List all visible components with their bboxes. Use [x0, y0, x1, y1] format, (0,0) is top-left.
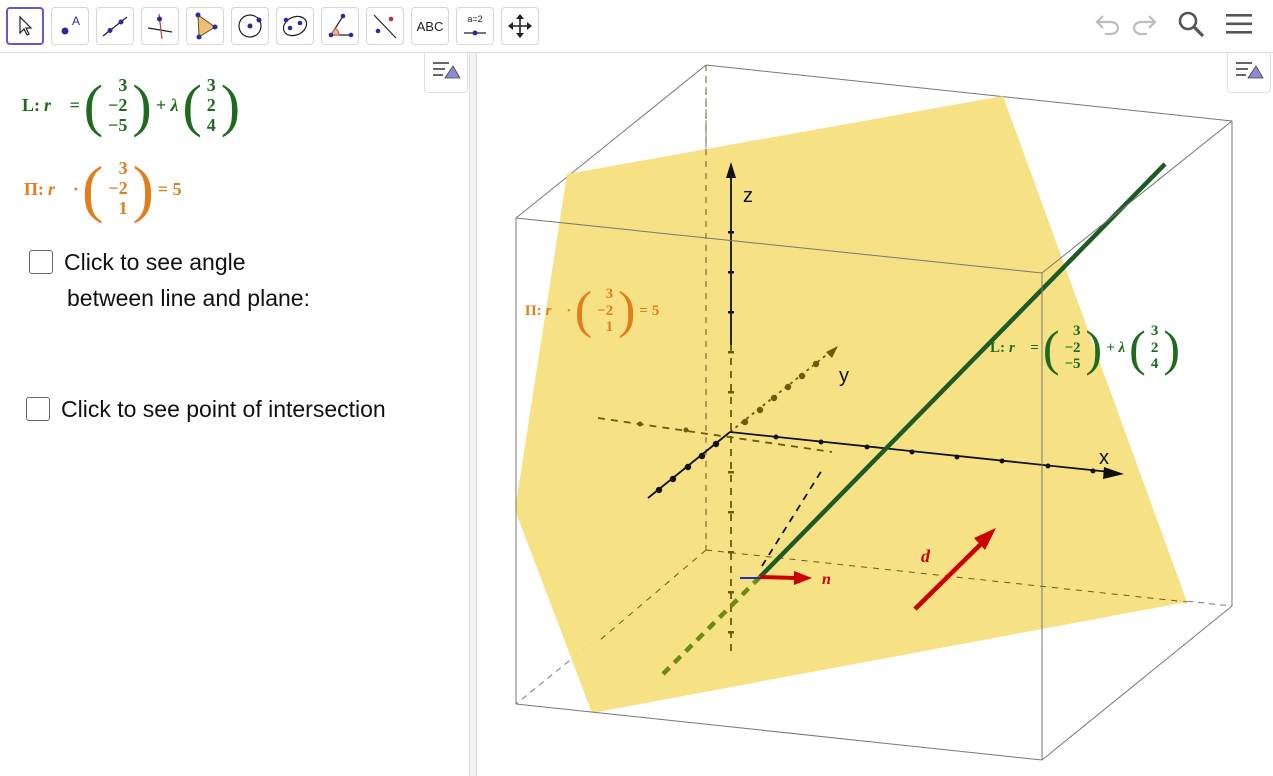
line-label-point-x: 3: [1073, 323, 1081, 340]
axis-x-label: x: [1099, 447, 1109, 469]
text-tool-label: ABC: [416, 18, 444, 34]
intersection-checkbox-label: Click to see point of intersection: [61, 396, 386, 422]
axis-y-label: y: [839, 365, 849, 387]
vector-d-label: d⃗: [921, 546, 944, 566]
conic-tool-button[interactable]: [276, 7, 314, 45]
search-button[interactable]: [1175, 10, 1207, 42]
plane-pi: [515, 96, 1187, 713]
circle-tool-button[interactable]: [231, 7, 269, 45]
scene-3d: z y x n⃗ d⃗: [515, 64, 1233, 761]
move-tool-button[interactable]: [6, 7, 44, 45]
hamburger-menu-icon: [1224, 11, 1254, 42]
move-graphics-view-button[interactable]: [501, 7, 539, 45]
style-bar-icon: [431, 58, 461, 87]
angle-icon: [325, 11, 355, 41]
point-tool-button[interactable]: A: [51, 7, 89, 45]
plane-label-normal-y: −2: [597, 302, 614, 319]
toolbar: A ABC a=2: [0, 0, 1273, 53]
line-point-y: −2: [108, 94, 128, 115]
algebra-style-bar-button[interactable]: [424, 53, 468, 93]
line-direction-z: 4: [206, 114, 216, 135]
plane-equation[interactable]: Π: r⃗ · ( 3 −2 1 ) = 5: [24, 157, 182, 221]
line-icon: [100, 11, 130, 41]
line-label-point: 3 −2 −5: [1063, 323, 1081, 373]
line-label-op: + λ: [1106, 339, 1126, 356]
plane-label-name: Π:: [525, 302, 542, 319]
plane-label-lhs: r⃗ ·: [545, 302, 571, 319]
line-label-direction-x: 3: [1150, 323, 1159, 340]
search-icon: [1176, 9, 1206, 44]
undo-button[interactable]: [1092, 10, 1124, 42]
slider-tool-button[interactable]: a=2: [456, 7, 494, 45]
plane-normal-x: 3: [118, 158, 128, 179]
line-equation[interactable]: L: r⃗ = ( 3 −2 −5 ) + λ ( 3 2 4 ): [22, 75, 240, 135]
line-label-point-z: −5: [1064, 356, 1081, 373]
angle-checkbox-label-line2: between line and plane:: [67, 285, 310, 311]
line-label-direction-y: 2: [1150, 339, 1159, 356]
line-label-direction: 3 2 4: [1150, 323, 1160, 373]
plane-normal-vector: 3 −2 1: [107, 158, 128, 218]
line-label-3d: L: r⃗ = ( 3 −2 −5 ) + λ ( 3 2 4 ): [990, 320, 1180, 376]
line-name: L:: [22, 95, 40, 116]
plane-label-3d: Π: r⃗ · ( 3 −2 1 ) = 5: [525, 282, 660, 339]
angle-checkbox[interactable]: [29, 250, 53, 274]
perpendicular-line-tool-button[interactable]: [141, 7, 179, 45]
style-bar-icon: [1234, 58, 1264, 87]
plane-rhs: = 5: [157, 178, 182, 199]
line-label-direction-z: 4: [1150, 356, 1159, 373]
angle-tool-button[interactable]: [321, 7, 359, 45]
plane-label-normal-z: 1: [605, 319, 614, 336]
text-tool-button[interactable]: ABC: [411, 7, 449, 45]
graphics-style-bar-button[interactable]: [1227, 53, 1271, 93]
ellipse-icon: [280, 11, 310, 41]
line-direction-vector: 3 2 4: [206, 75, 217, 135]
reflect-tool-button[interactable]: [366, 7, 404, 45]
line-label-lhs: r⃗ =: [1009, 339, 1039, 356]
plane-label-normal-x: 3: [605, 286, 614, 303]
reflect-about-line-icon: [370, 11, 400, 41]
axis-z-label: z: [743, 185, 753, 207]
perpendicular-line-icon: [145, 11, 175, 41]
polygon-icon: [190, 11, 220, 41]
vector-n-label: n⃗: [822, 571, 843, 588]
line-lhs: r⃗ =: [44, 95, 80, 116]
slider-tool-label: a=2: [467, 14, 483, 24]
circle-icon: [235, 11, 265, 41]
redo-icon: [1129, 13, 1159, 40]
undo-icon: [1093, 13, 1123, 40]
view-divider[interactable]: [469, 53, 477, 776]
algebra-view: L: r⃗ = ( 3 −2 −5 ) + λ ( 3 2 4 ) Π: r⃗ …: [0, 53, 469, 776]
line-point-z: −5: [108, 114, 128, 135]
cursor-arrow-icon: [17, 15, 33, 37]
line-label-point-y: −2: [1064, 339, 1081, 356]
plane-label-rhs: = 5: [639, 302, 660, 319]
plane-name: Π:: [24, 178, 44, 199]
graphics-3d-view[interactable]: z y x n⃗ d⃗ Π: r⃗ · ( 3 −2 1 ) = 5 L: r⃗…: [477, 53, 1273, 776]
intersection-checkbox[interactable]: [26, 397, 50, 421]
line-direction-y: 2: [206, 94, 216, 115]
line-direction-x: 3: [206, 75, 216, 95]
angle-checkbox-label-line1: Click to see angle: [64, 249, 246, 275]
main-menu-button[interactable]: [1223, 10, 1255, 42]
point-letter: A: [72, 14, 80, 28]
point-icon: A: [55, 11, 85, 41]
line-tool-button[interactable]: [96, 7, 134, 45]
polygon-tool-button[interactable]: [186, 7, 224, 45]
plane-normal-y: −2: [108, 178, 128, 199]
line-point-x: 3: [118, 75, 128, 95]
redo-button[interactable]: [1128, 10, 1160, 42]
plane-label-normal: 3 −2 1: [596, 286, 614, 336]
move-arrows-icon: [507, 13, 533, 39]
line-point-vector: 3 −2 −5: [107, 75, 128, 135]
line-op: + λ: [155, 95, 179, 116]
plane-lhs: r⃗ ·: [48, 178, 79, 199]
line-label-name: L:: [990, 339, 1005, 356]
plane-normal-z: 1: [118, 197, 128, 218]
